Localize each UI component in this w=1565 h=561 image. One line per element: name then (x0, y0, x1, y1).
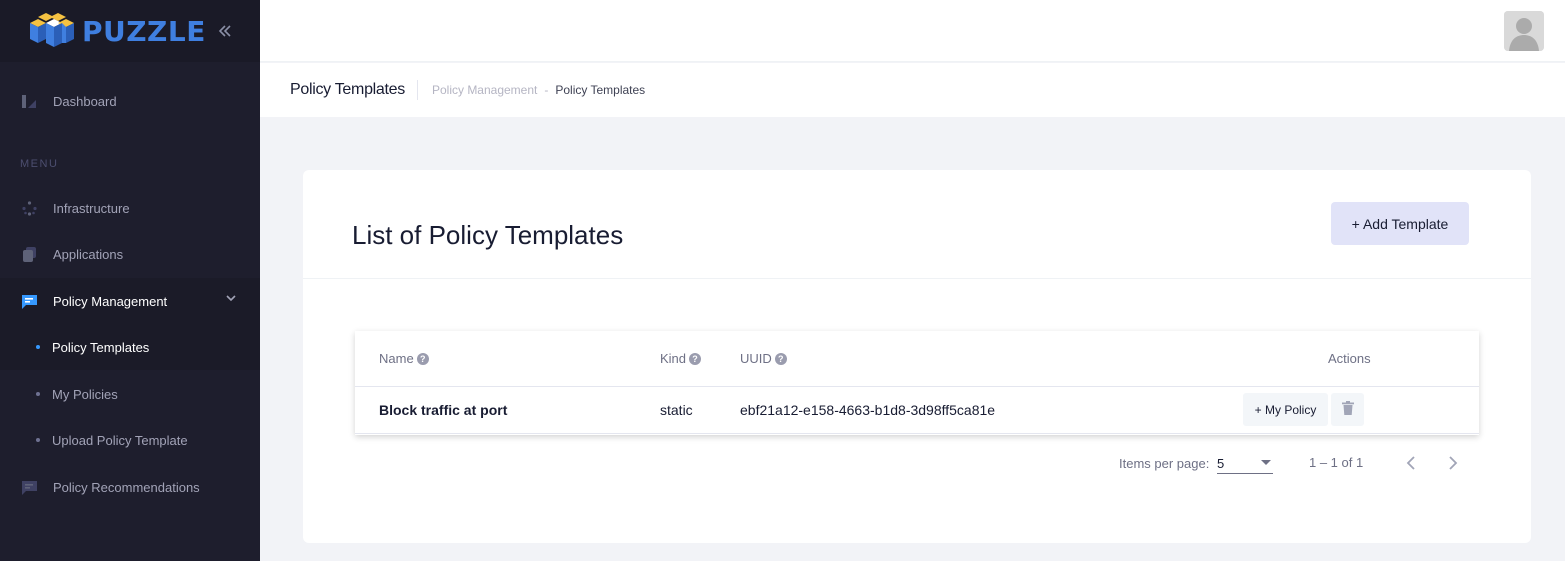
brand-name: PUZZLE (82, 14, 206, 48)
chevron-right-icon (1449, 456, 1458, 470)
items-per-page-value: 5 (1217, 456, 1225, 471)
page-range-label: 1 – 1 of 1 (1309, 455, 1364, 470)
subheader-divider (416, 80, 418, 100)
card-header: List of Policy Templates + Add Template (303, 170, 1531, 279)
policy-templates-card: List of Policy Templates + Add Template … (303, 170, 1531, 543)
bullet-dot-icon (36, 345, 40, 349)
puzzle-logo-icon (30, 13, 74, 47)
items-per-page-select[interactable]: 5 (1217, 452, 1273, 474)
table-row: Block traffic at port static ebf21a12-e1… (355, 387, 1479, 434)
sidebar: PUZZLE Dashboard MENU Infrastructure App… (0, 0, 260, 561)
sidebar-item-label: Infrastructure (53, 200, 130, 216)
delete-button[interactable] (1331, 393, 1364, 426)
cell-uuid: ebf21a12-e158-4663-b1d8-3d98ff5ca81e (740, 402, 996, 418)
chevron-left-icon (1406, 456, 1415, 470)
help-icon[interactable]: ? (689, 352, 702, 365)
sidebar-subitem-label: Policy Templates (52, 339, 150, 355)
column-header-name[interactable]: Name ? (379, 351, 429, 366)
sidebar-collapse-button[interactable] (218, 20, 232, 42)
sidebar-subitem-upload-policy-template[interactable]: Upload Policy Template (0, 417, 260, 463)
previous-page-button[interactable] (1399, 450, 1425, 476)
card-title: List of Policy Templates (352, 220, 624, 250)
table-header: Name ? Kind ? UUID ? Actions (355, 331, 1479, 387)
sidebar-item-infrastructure[interactable]: Infrastructure (0, 185, 260, 231)
page-title: Policy Templates (290, 81, 405, 98)
double-chevron-left-icon (218, 25, 231, 37)
sidebar-item-dashboard[interactable]: Dashboard (0, 78, 260, 124)
sidebar-subitem-label: My Policies (52, 386, 118, 402)
sidebar-subitem-label: Upload Policy Template (52, 432, 188, 448)
breadcrumb-policy-management[interactable]: Policy Management (432, 83, 537, 97)
templates-table: Name ? Kind ? UUID ? Actions Block traff… (355, 331, 1479, 435)
user-avatar[interactable] (1504, 11, 1544, 51)
breadcrumb-separator: - (544, 83, 549, 97)
user-icon (1504, 11, 1544, 51)
cell-name: Block traffic at port (379, 402, 508, 418)
caret-down-icon (1261, 460, 1271, 465)
column-header-uuid[interactable]: UUID ? (740, 351, 787, 366)
menu-section-label: MENU (20, 158, 59, 170)
sidebar-item-applications[interactable]: Applications (0, 231, 260, 277)
sidebar-subitem-my-policies[interactable]: My Policies (0, 371, 260, 417)
subheader: Policy Templates Policy Management - Pol… (260, 63, 1565, 117)
breadcrumb-policy-templates: Policy Templates (555, 83, 646, 97)
trash-icon (1341, 401, 1354, 415)
help-icon[interactable]: ? (774, 352, 787, 365)
items-per-page-label: Items per page: (1119, 456, 1210, 471)
chevron-down-icon (226, 295, 236, 302)
help-icon[interactable]: ? (416, 352, 429, 365)
cell-kind: static (660, 402, 693, 418)
column-header-label: UUID (740, 351, 772, 366)
sidebar-item-label: Policy Management (53, 293, 168, 309)
column-header-label: Kind (660, 351, 687, 366)
applications-icon (23, 246, 36, 262)
bullet-dot-icon (36, 438, 40, 442)
dashboard-icon (22, 94, 36, 108)
sidebar-item-label: Policy Recommendations (53, 479, 200, 495)
column-header-label: Actions (1328, 351, 1371, 366)
column-header-actions: Actions (1328, 351, 1371, 366)
next-page-button[interactable] (1439, 450, 1465, 476)
paginator: Items per page: 5 1 – 1 of 1 (303, 448, 1531, 478)
bullet-dot-icon (36, 392, 40, 396)
policy-message-icon (22, 294, 37, 309)
sidebar-item-label: Dashboard (53, 93, 117, 109)
add-to-my-policy-button[interactable]: + My Policy (1243, 393, 1328, 426)
sidebar-item-label: Applications (53, 246, 124, 262)
sidebar-subitem-policy-templates[interactable]: Policy Templates (0, 324, 260, 370)
recommendations-message-icon (22, 480, 37, 495)
top-header (260, 0, 1565, 62)
sidebar-item-policy-management[interactable]: Policy Management (0, 278, 260, 324)
column-header-label: Name (379, 351, 414, 366)
brand: PUZZLE (0, 0, 260, 62)
column-header-kind[interactable]: Kind ? (660, 351, 702, 366)
infrastructure-icon (22, 200, 37, 216)
add-template-button[interactable]: + Add Template (1331, 202, 1469, 245)
sidebar-item-policy-recommendations[interactable]: Policy Recommendations (0, 464, 260, 510)
